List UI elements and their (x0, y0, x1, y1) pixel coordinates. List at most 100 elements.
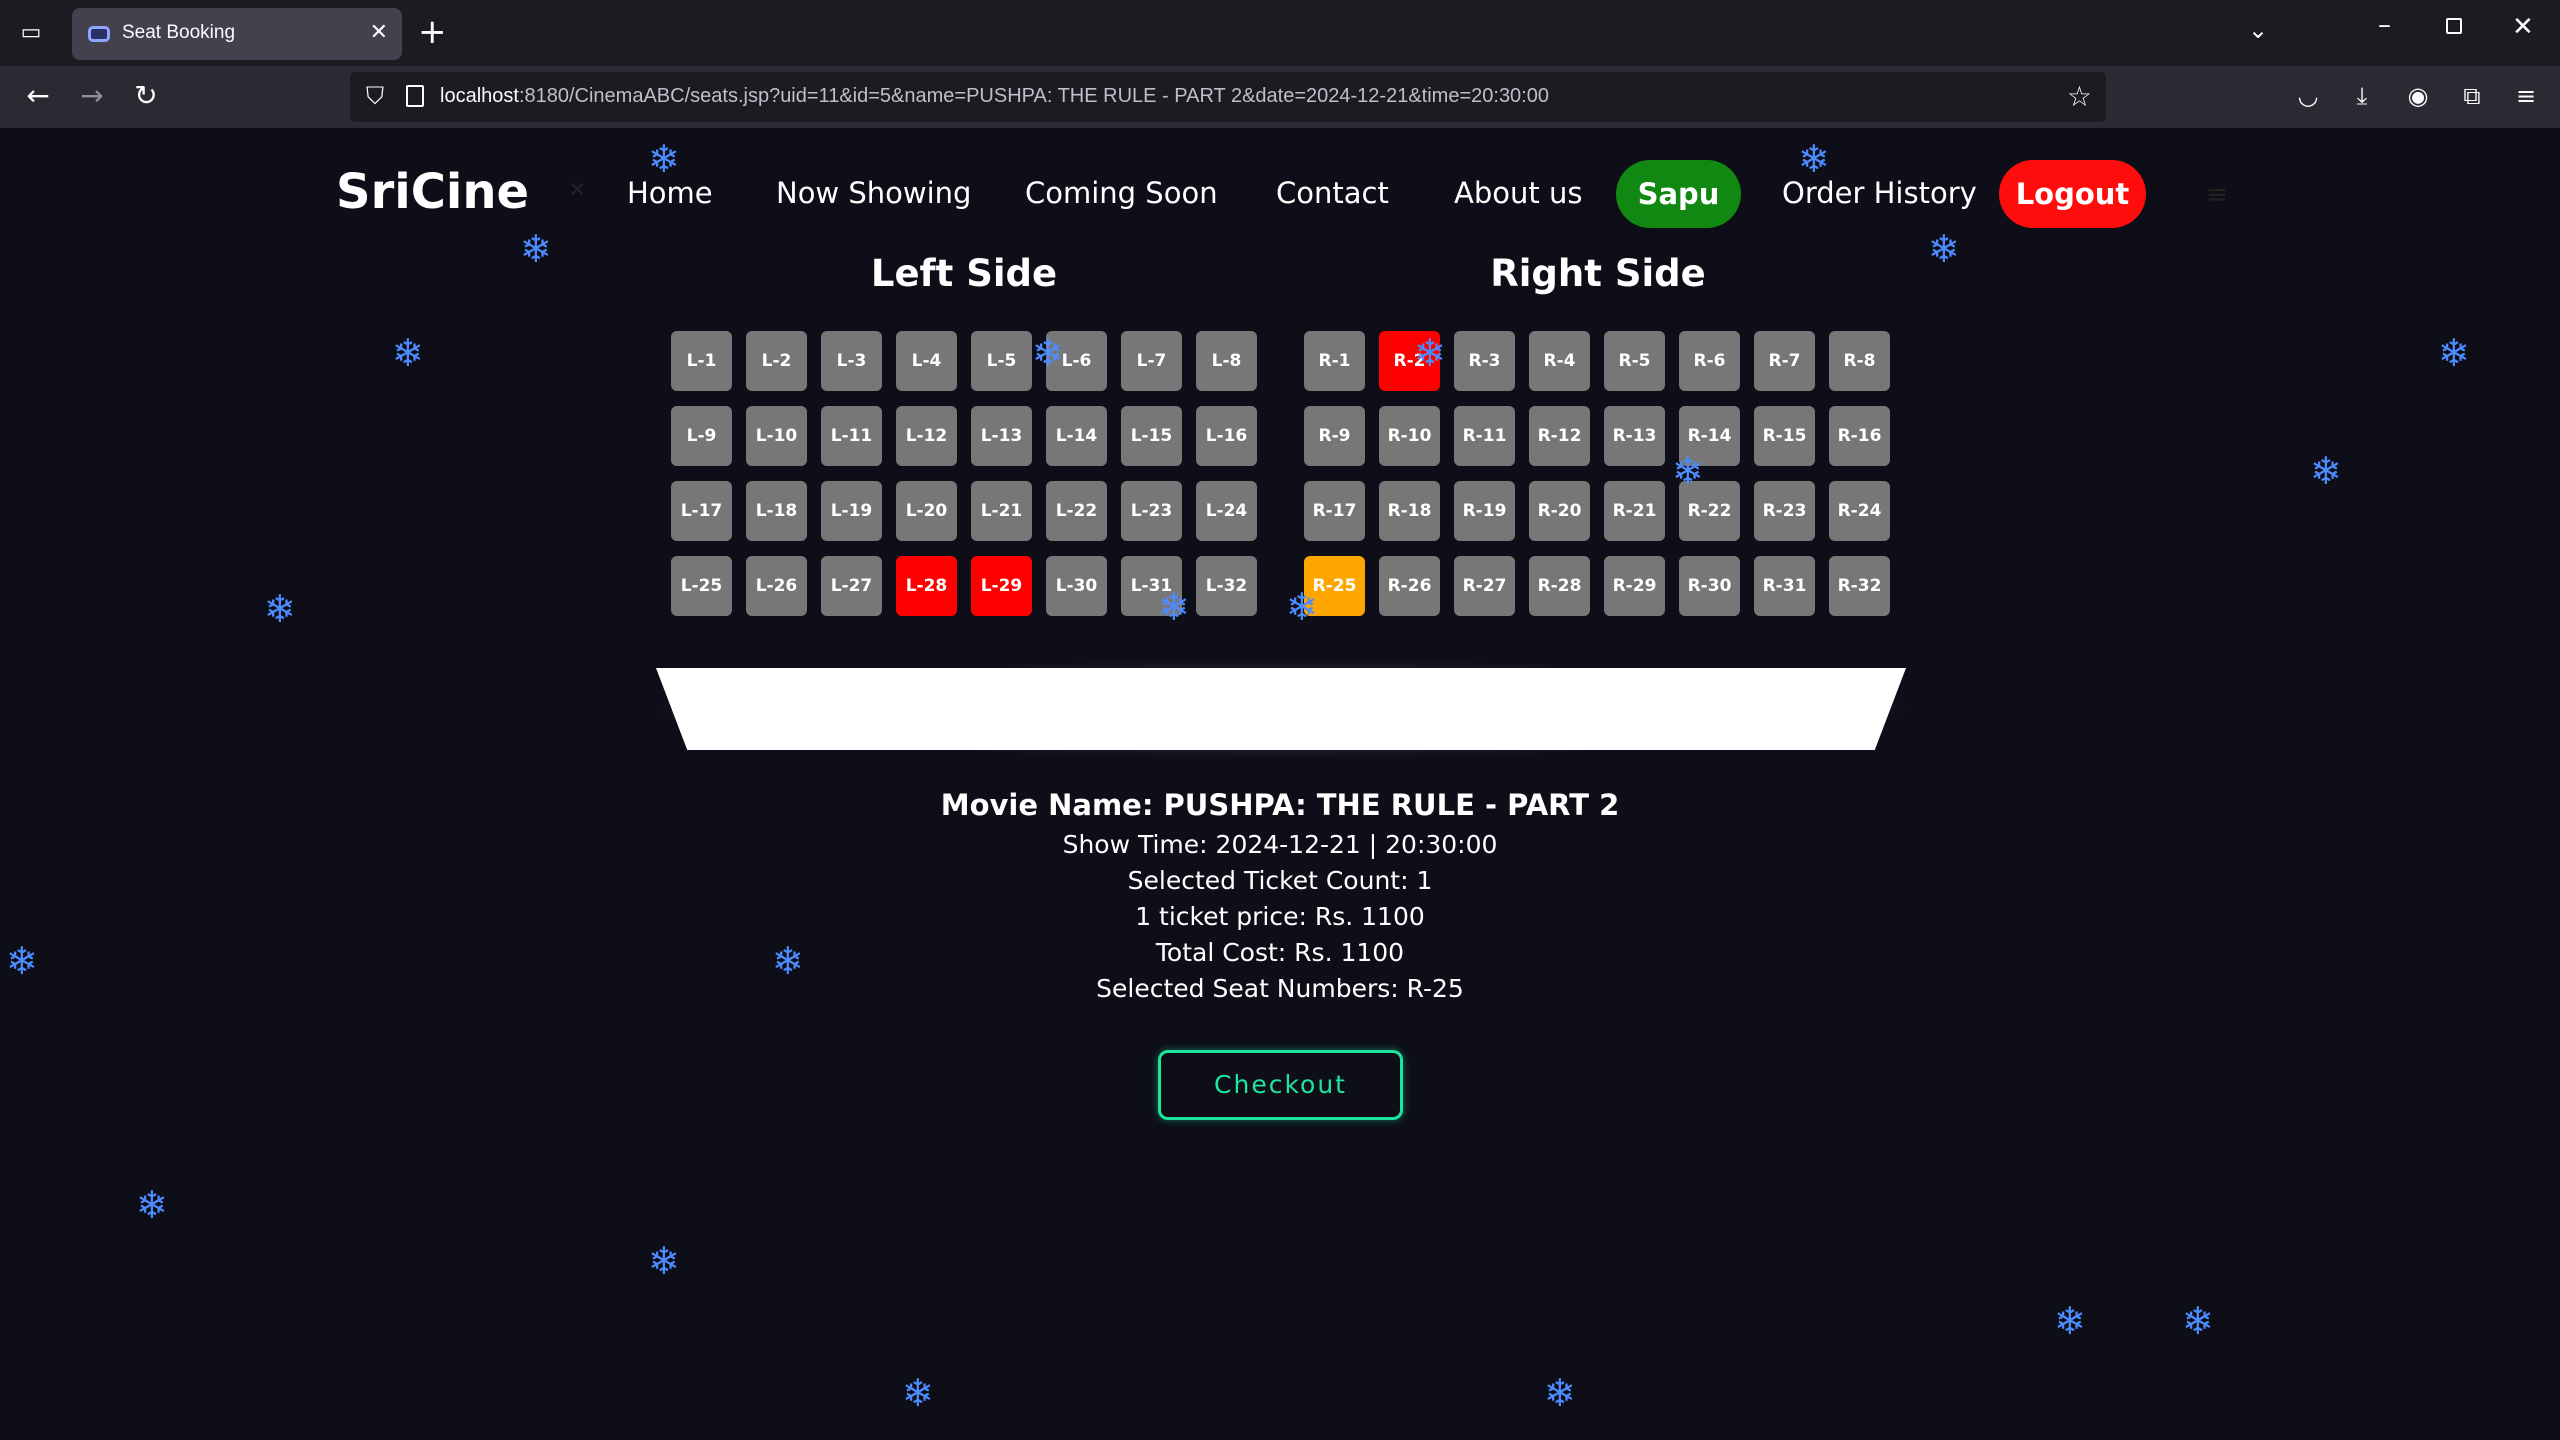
download-icon[interactable]: ⤓ (2342, 76, 2382, 116)
snowflake-icon: ❄ (520, 227, 552, 271)
seat-l-18[interactable]: L-18 (746, 481, 807, 541)
seat-r-30[interactable]: R-30 (1679, 556, 1740, 616)
extensions-icon[interactable]: ⧉ (2452, 76, 2492, 116)
nav-link-coming-soon[interactable]: Coming Soon (1025, 176, 1218, 210)
seat-r-15[interactable]: R-15 (1754, 406, 1815, 466)
seat-l-5[interactable]: L-5 (971, 331, 1032, 391)
shield-icon[interactable]: ⛉ (366, 82, 384, 110)
hamburger-icon[interactable]: ≡ (2206, 180, 2228, 210)
seat-l-23[interactable]: L-23 (1121, 481, 1182, 541)
browser-tab[interactable]: Seat Booking ✕ (72, 8, 402, 60)
seat-r-17[interactable]: R-17 (1304, 481, 1365, 541)
seat-l-32[interactable]: L-32 (1196, 556, 1257, 616)
snowflake-icon: ❄ (902, 1371, 934, 1415)
selected-seats: Selected Seat Numbers: R-25 (1096, 974, 1464, 1003)
seat-l-25[interactable]: L-25 (671, 556, 732, 616)
seat-r-6[interactable]: R-6 (1679, 331, 1740, 391)
right-side-title: Right Side (1490, 252, 1706, 295)
seat-l-30[interactable]: L-30 (1046, 556, 1107, 616)
seat-r-26[interactable]: R-26 (1379, 556, 1440, 616)
seat-l-27[interactable]: L-27 (821, 556, 882, 616)
forward-icon[interactable]: → (72, 76, 112, 116)
nav-link-order-history[interactable]: Order History (1782, 176, 1977, 210)
seat-l-15[interactable]: L-15 (1121, 406, 1182, 466)
left-seat-grid: L-1 L-2 L-3 L-4 L-5 L-6 L-7 L-8 L-9 L-10 L-11 L-12 L… (671, 331, 1257, 616)
ticket-price: 1 ticket price: Rs. 1100 (1135, 902, 1425, 931)
nav-link-about-us[interactable]: About us (1454, 176, 1582, 210)
seat-r-11[interactable]: R-11 (1454, 406, 1515, 466)
seat-l-21[interactable]: L-21 (971, 481, 1032, 541)
nav-link-home[interactable]: Home (627, 176, 713, 210)
tab-list-icon[interactable]: ▭ (14, 16, 48, 50)
seat-l-17[interactable]: L-17 (671, 481, 732, 541)
chevron-down-icon[interactable]: ⌄ (2248, 16, 2268, 44)
seat-r-29[interactable]: R-29 (1604, 556, 1665, 616)
logout-button[interactable]: Logout (1999, 160, 2146, 228)
minimize-icon[interactable]: – (2378, 10, 2391, 40)
seat-r-8[interactable]: R-8 (1829, 331, 1890, 391)
seat-l-3[interactable]: L-3 (821, 331, 882, 391)
seat-l-20[interactable]: L-20 (896, 481, 957, 541)
checkout-button[interactable]: Checkout (1158, 1050, 1403, 1120)
account-icon[interactable]: ◉ (2398, 76, 2438, 116)
user-button[interactable]: Sapu (1616, 160, 1741, 228)
seat-l-11[interactable]: L-11 (821, 406, 882, 466)
snowflake-icon: ❄ (2438, 331, 2470, 375)
seat-r-4[interactable]: R-4 (1529, 331, 1590, 391)
seat-r-20[interactable]: R-20 (1529, 481, 1590, 541)
seat-r-16[interactable]: R-16 (1829, 406, 1890, 466)
window-close-icon[interactable]: ✕ (2512, 12, 2534, 42)
seat-r-32[interactable]: R-32 (1829, 556, 1890, 616)
restore-icon[interactable] (2446, 18, 2462, 34)
seat-r-12[interactable]: R-12 (1529, 406, 1590, 466)
snowflake-icon: ❄ (1158, 585, 1190, 629)
seat-l-22[interactable]: L-22 (1046, 481, 1107, 541)
seat-l-16[interactable]: L-16 (1196, 406, 1257, 466)
seat-l-12[interactable]: L-12 (896, 406, 957, 466)
snowflake-icon: ❄ (1414, 331, 1446, 375)
new-tab-icon[interactable]: + (418, 14, 447, 50)
seat-r-7[interactable]: R-7 (1754, 331, 1815, 391)
snowflake-icon: ❄ (2182, 1299, 2214, 1343)
seat-r-3[interactable]: R-3 (1454, 331, 1515, 391)
seat-l-10[interactable]: L-10 (746, 406, 807, 466)
seat-l-1[interactable]: L-1 (671, 331, 732, 391)
url-text[interactable]: localhost:8180/CinemaABC/seats.jsp?uid=1… (440, 85, 1549, 108)
bookmark-star-icon[interactable]: ☆ (2067, 80, 2092, 113)
seat-r-24[interactable]: R-24 (1829, 481, 1890, 541)
seat-r-1[interactable]: R-1 (1304, 331, 1365, 391)
seat-l-28[interactable]: L-28 (896, 556, 957, 616)
seat-r-13[interactable]: R-13 (1604, 406, 1665, 466)
seat-r-10[interactable]: R-10 (1379, 406, 1440, 466)
seat-l-13[interactable]: L-13 (971, 406, 1032, 466)
seat-l-2[interactable]: L-2 (746, 331, 807, 391)
nav-link-contact[interactable]: Contact (1276, 176, 1389, 210)
seat-r-28[interactable]: R-28 (1529, 556, 1590, 616)
seat-l-14[interactable]: L-14 (1046, 406, 1107, 466)
pocket-icon[interactable]: ◡ (2288, 76, 2328, 116)
seat-l-8[interactable]: L-8 (1196, 331, 1257, 391)
seat-r-9[interactable]: R-9 (1304, 406, 1365, 466)
close-icon[interactable]: ✕ (568, 178, 586, 203)
seat-r-31[interactable]: R-31 (1754, 556, 1815, 616)
nav-link-now-showing[interactable]: Now Showing (776, 176, 971, 210)
seat-r-23[interactable]: R-23 (1754, 481, 1815, 541)
seat-l-26[interactable]: L-26 (746, 556, 807, 616)
seat-l-9[interactable]: L-9 (671, 406, 732, 466)
seat-l-7[interactable]: L-7 (1121, 331, 1182, 391)
tab-close-icon[interactable]: ✕ (370, 20, 388, 45)
menu-icon[interactable]: ≡ (2506, 76, 2546, 116)
back-icon[interactable]: ← (18, 76, 58, 116)
brand-logo[interactable]: SriCine (336, 164, 529, 220)
seat-l-24[interactable]: L-24 (1196, 481, 1257, 541)
url-bar[interactable]: ⛉ localhost:8180/CinemaABC/seats.jsp?uid… (350, 72, 2106, 122)
seat-l-4[interactable]: L-4 (896, 331, 957, 391)
seat-r-18[interactable]: R-18 (1379, 481, 1440, 541)
reload-icon[interactable]: ↻ (126, 76, 166, 116)
seat-r-5[interactable]: R-5 (1604, 331, 1665, 391)
seat-r-27[interactable]: R-27 (1454, 556, 1515, 616)
seat-l-19[interactable]: L-19 (821, 481, 882, 541)
seat-r-19[interactable]: R-19 (1454, 481, 1515, 541)
seat-l-29[interactable]: L-29 (971, 556, 1032, 616)
seat-r-21[interactable]: R-21 (1604, 481, 1665, 541)
